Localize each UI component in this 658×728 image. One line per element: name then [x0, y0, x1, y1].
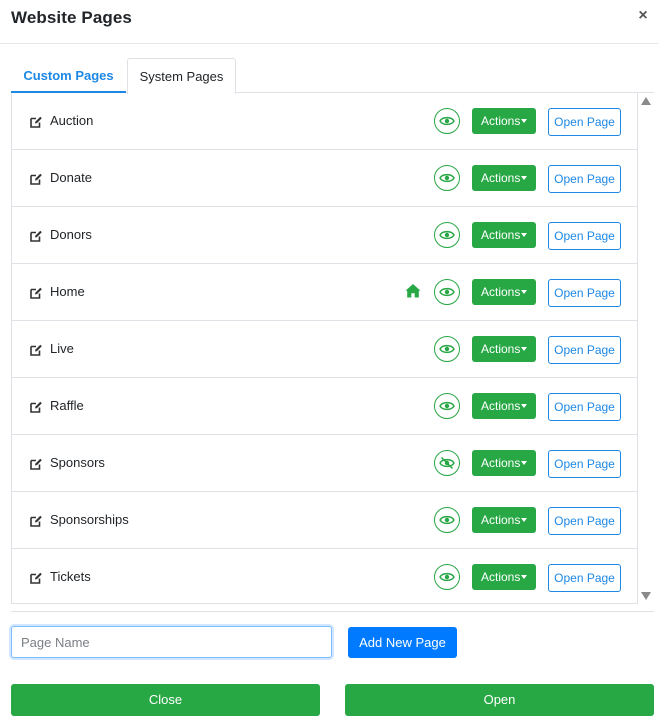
page-name-label: Sponsors: [50, 455, 105, 470]
caret-down-icon: [521, 233, 527, 237]
page-name-label: Tickets: [50, 569, 91, 584]
caret-down-icon: [521, 461, 527, 465]
actions-dropdown-button[interactable]: Actions: [472, 393, 536, 419]
page-name-label: Raffle: [50, 398, 84, 413]
open-page-button[interactable]: Open Page: [548, 165, 621, 193]
caret-down-icon: [521, 119, 527, 123]
page-name-label: Donate: [50, 170, 92, 185]
actions-label: Actions: [481, 513, 521, 527]
tab-custom-pages[interactable]: Custom Pages: [11, 58, 126, 93]
divider: [11, 611, 654, 612]
page-row: Donate Actions Open Page: [12, 150, 637, 207]
open-page-button[interactable]: Open Page: [548, 336, 621, 364]
actions-label: Actions: [481, 456, 521, 470]
actions-dropdown-button[interactable]: Actions: [472, 336, 536, 362]
actions-dropdown-button[interactable]: Actions: [472, 450, 536, 476]
website-pages-modal: Website Pages × Custom Pages System Page…: [0, 0, 658, 728]
edit-icon[interactable]: [29, 286, 43, 300]
open-page-button[interactable]: Open Page: [548, 450, 621, 478]
caret-down-icon: [521, 404, 527, 408]
open-page-button[interactable]: Open Page: [548, 108, 621, 136]
close-button[interactable]: Close: [11, 684, 320, 716]
actions-label: Actions: [481, 228, 521, 242]
page-row: Donors Actions Open Page: [12, 207, 637, 264]
modal-header: Website Pages ×: [0, 0, 658, 44]
page-row: Tickets Actions Open Page: [12, 549, 637, 603]
page-list-scrollbar[interactable]: [638, 93, 654, 604]
eye-icon[interactable]: [434, 279, 460, 305]
page-name-input[interactable]: [11, 626, 332, 658]
actions-label: Actions: [481, 171, 521, 185]
open-page-button[interactable]: Open Page: [548, 393, 621, 421]
edit-icon[interactable]: [29, 514, 43, 528]
modal-title: Website Pages: [11, 8, 132, 27]
page-row: Sponsors Actions Open Page: [12, 435, 637, 492]
page-row: Sponsorships Actions Open Page: [12, 492, 637, 549]
actions-label: Actions: [481, 114, 521, 128]
tab-system-pages[interactable]: System Pages: [127, 58, 236, 94]
page-name-label: Auction: [50, 113, 94, 128]
edit-icon[interactable]: [29, 400, 43, 414]
actions-label: Actions: [481, 342, 521, 356]
actions-dropdown-button[interactable]: Actions: [472, 279, 536, 305]
add-new-page-button[interactable]: Add New Page: [348, 627, 457, 658]
eye-icon[interactable]: [434, 507, 460, 533]
actions-dropdown-button[interactable]: Actions: [472, 222, 536, 248]
edit-icon[interactable]: [29, 571, 43, 585]
caret-down-icon: [521, 290, 527, 294]
open-button[interactable]: Open: [345, 684, 654, 716]
open-page-button[interactable]: Open Page: [548, 279, 621, 307]
actions-dropdown-button[interactable]: Actions: [472, 108, 536, 134]
eye-icon[interactable]: [434, 222, 460, 248]
page-name-label: Home: [50, 284, 85, 299]
caret-down-icon: [521, 575, 527, 579]
page-row: Live Actions Open Page: [12, 321, 637, 378]
close-icon[interactable]: ×: [634, 6, 652, 26]
scroll-up-arrow-icon[interactable]: [641, 97, 651, 105]
scroll-down-arrow-icon[interactable]: [641, 592, 651, 600]
eye-icon[interactable]: [434, 564, 460, 590]
edit-icon[interactable]: [29, 229, 43, 243]
actions-label: Actions: [481, 399, 521, 413]
eye-slash-icon[interactable]: [434, 450, 460, 476]
edit-icon[interactable]: [29, 172, 43, 186]
tab-bar: Custom Pages System Pages: [11, 58, 654, 94]
caret-down-icon: [521, 347, 527, 351]
actions-label: Actions: [481, 285, 521, 299]
eye-icon[interactable]: [434, 165, 460, 191]
caret-down-icon: [521, 176, 527, 180]
open-page-button[interactable]: Open Page: [548, 564, 621, 592]
page-row: Auction Actions Open Page: [12, 93, 637, 150]
actions-label: Actions: [481, 570, 521, 584]
eye-icon[interactable]: [434, 393, 460, 419]
open-page-button[interactable]: Open Page: [548, 222, 621, 250]
eye-icon[interactable]: [434, 108, 460, 134]
page-name-label: Live: [50, 341, 74, 356]
edit-icon[interactable]: [29, 115, 43, 129]
page-name-label: Donors: [50, 227, 92, 242]
open-page-button[interactable]: Open Page: [548, 507, 621, 535]
actions-dropdown-button[interactable]: Actions: [472, 507, 536, 533]
page-name-label: Sponsorships: [50, 512, 129, 527]
edit-icon[interactable]: [29, 343, 43, 357]
caret-down-icon: [521, 518, 527, 522]
edit-icon[interactable]: [29, 457, 43, 471]
eye-icon[interactable]: [434, 336, 460, 362]
actions-dropdown-button[interactable]: Actions: [472, 165, 536, 191]
page-row: Home Actions Open Page: [12, 264, 637, 321]
home-icon: [404, 282, 422, 300]
actions-dropdown-button[interactable]: Actions: [472, 564, 536, 590]
page-list: Auction Actions Open Page Donate Actions Open…: [11, 93, 638, 604]
page-row: Raffle Actions Open Page: [12, 378, 637, 435]
